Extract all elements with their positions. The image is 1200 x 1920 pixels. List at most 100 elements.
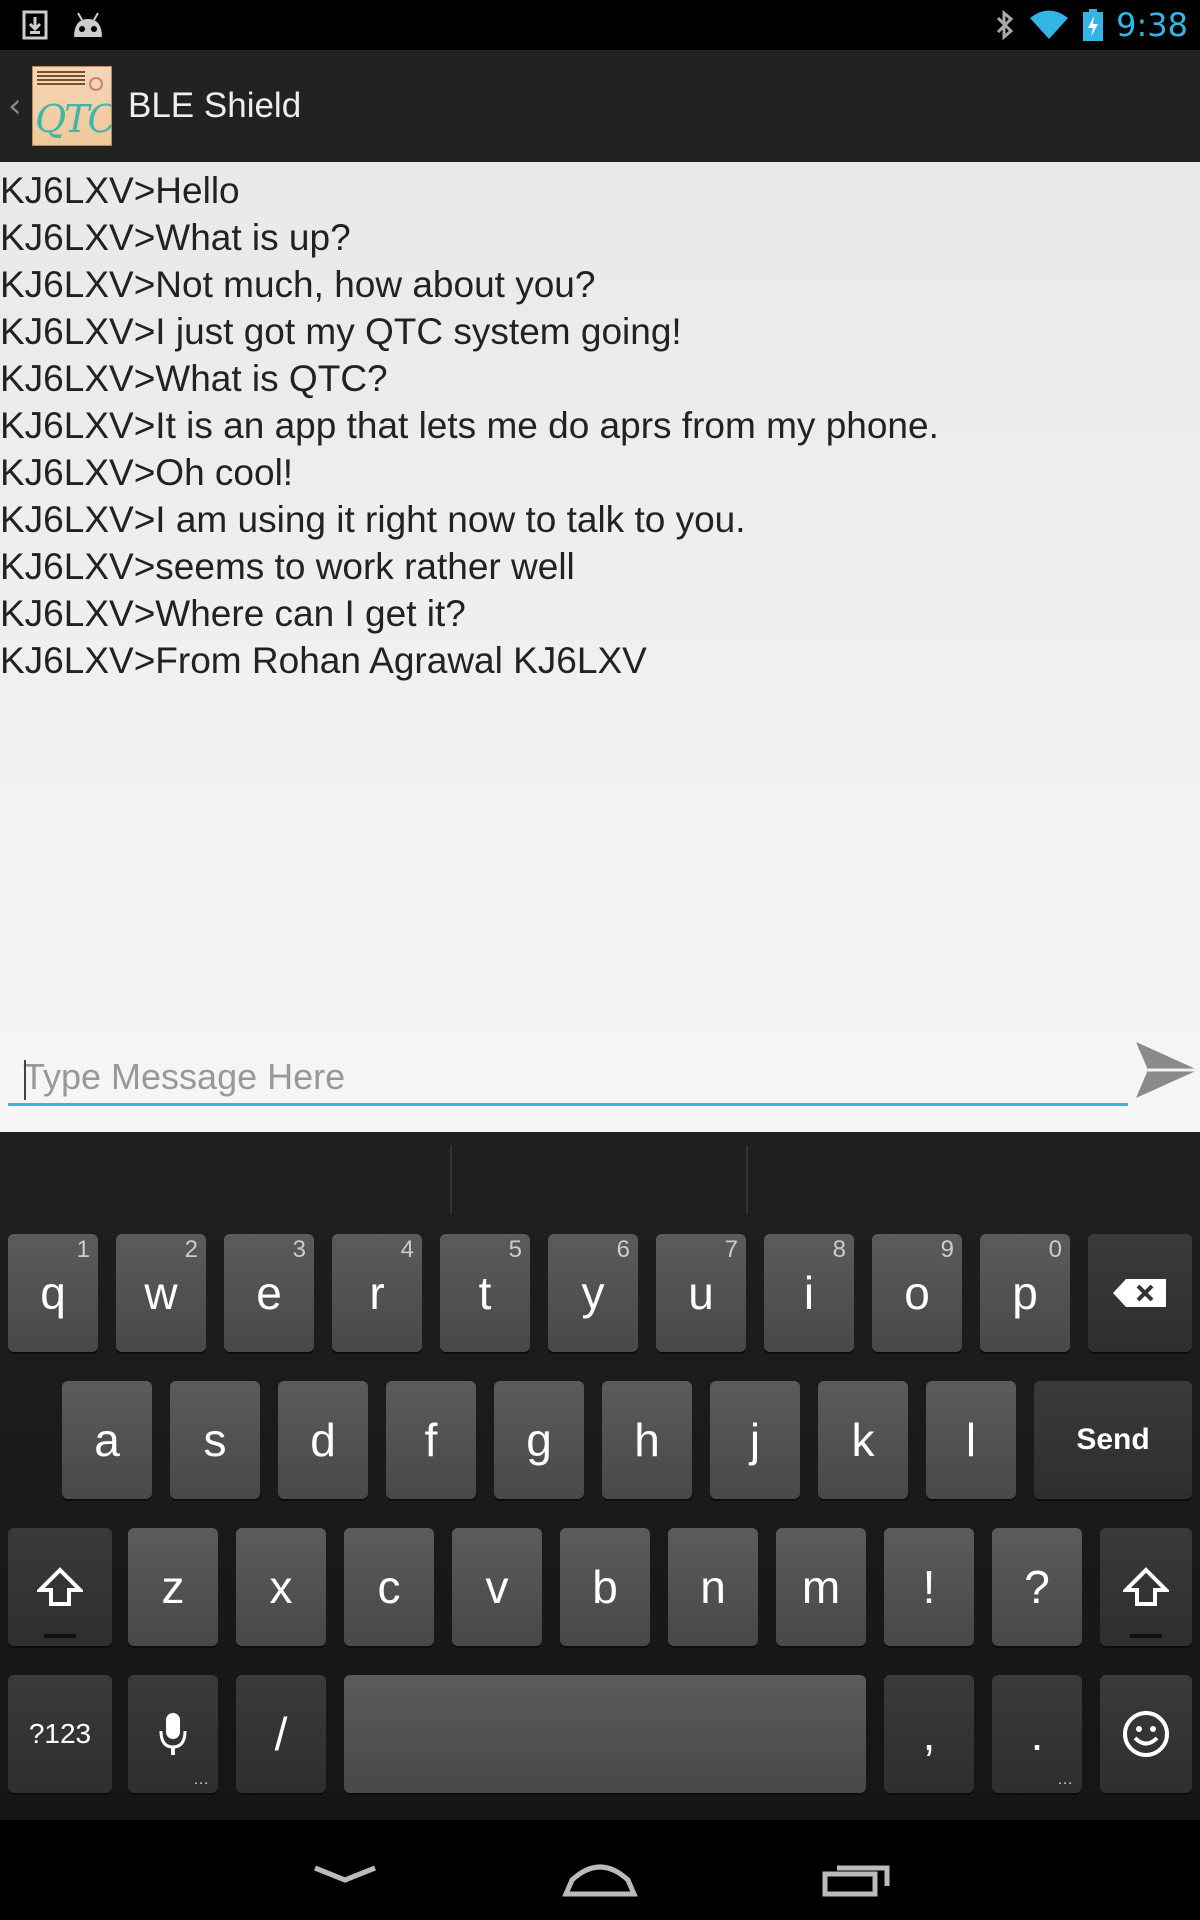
key-label: l bbox=[965, 1414, 977, 1466]
symbols-key-label: ?123 bbox=[28, 1718, 92, 1749]
space-key[interactable] bbox=[344, 1675, 866, 1793]
message-item: KJ6LXV>I just got my QTC system going! bbox=[0, 311, 682, 352]
text-cursor bbox=[24, 1060, 26, 1100]
key-label: , bbox=[922, 1708, 936, 1760]
key-g[interactable]: g bbox=[494, 1381, 584, 1499]
battery-charging-icon bbox=[1083, 9, 1104, 41]
key-label: s bbox=[203, 1414, 227, 1466]
emoji-key[interactable] bbox=[1100, 1675, 1192, 1793]
key-label: v bbox=[485, 1561, 509, 1613]
key-e[interactable]: e3 bbox=[224, 1234, 314, 1352]
key-hint: 3 bbox=[292, 1236, 306, 1263]
voice-input-key[interactable]: … bbox=[128, 1675, 218, 1793]
key-hint: 4 bbox=[400, 1236, 414, 1263]
message-item: KJ6LXV>Not much, how about you? bbox=[0, 264, 596, 305]
key-period[interactable]: .… bbox=[992, 1675, 1082, 1793]
key-r[interactable]: r4 bbox=[332, 1234, 422, 1352]
key-label: t bbox=[478, 1267, 492, 1319]
key-u[interactable]: u7 bbox=[656, 1234, 746, 1352]
bluetooth-icon bbox=[997, 9, 1014, 41]
key-w[interactable]: w2 bbox=[116, 1234, 206, 1352]
message-item: KJ6LXV>Where can I get it? bbox=[0, 593, 466, 634]
key-v[interactable]: v bbox=[452, 1528, 542, 1646]
message-item: KJ6LXV>Hello bbox=[0, 170, 240, 211]
key-label: i bbox=[803, 1267, 815, 1319]
key-s[interactable]: s bbox=[170, 1381, 260, 1499]
send-key[interactable]: Send bbox=[1034, 1381, 1192, 1499]
key-label: m bbox=[801, 1561, 841, 1613]
key-label: r bbox=[369, 1267, 385, 1319]
key-label: f bbox=[424, 1414, 438, 1466]
symbols-key[interactable]: ?123 bbox=[8, 1675, 112, 1793]
key-b[interactable]: b bbox=[560, 1528, 650, 1646]
key-label: e bbox=[256, 1267, 282, 1319]
key-question[interactable]: ? bbox=[992, 1528, 1082, 1646]
key-p[interactable]: p0 bbox=[980, 1234, 1070, 1352]
key-y[interactable]: y6 bbox=[548, 1234, 638, 1352]
key-i[interactable]: i8 bbox=[764, 1234, 854, 1352]
key-label: g bbox=[526, 1414, 552, 1466]
shift-key-left[interactable] bbox=[8, 1528, 112, 1646]
key-hint: 8 bbox=[832, 1236, 846, 1263]
key-f[interactable]: f bbox=[386, 1381, 476, 1499]
key-hint: 5 bbox=[508, 1236, 522, 1263]
smiley-icon bbox=[1123, 1711, 1169, 1757]
send-key-label: Send bbox=[1076, 1423, 1150, 1456]
hide-keyboard-icon bbox=[314, 1865, 376, 1883]
key-z[interactable]: z bbox=[128, 1528, 218, 1646]
message-list: KJ6LXV>Hello KJ6LXV>What is up? KJ6LXV>N… bbox=[0, 167, 939, 684]
key-c[interactable]: c bbox=[344, 1528, 434, 1646]
recents-button[interactable] bbox=[795, 1842, 915, 1902]
chat-content: KJ6LXV>Hello KJ6LXV>What is up? KJ6LXV>N… bbox=[0, 162, 1200, 1132]
logo-ring bbox=[89, 77, 103, 91]
key-d[interactable]: d bbox=[278, 1381, 368, 1499]
key-m[interactable]: m bbox=[776, 1528, 866, 1646]
shift-key-right[interactable] bbox=[1100, 1528, 1192, 1646]
key-n[interactable]: n bbox=[668, 1528, 758, 1646]
key-o[interactable]: o9 bbox=[872, 1234, 962, 1352]
key-j[interactable]: j bbox=[710, 1381, 800, 1499]
home-button[interactable] bbox=[540, 1842, 660, 1902]
status-left bbox=[22, 10, 106, 40]
logo-text: QTC bbox=[35, 97, 112, 141]
key-x[interactable]: x bbox=[236, 1528, 326, 1646]
wifi-icon bbox=[1030, 10, 1069, 39]
soft-keyboard: q1 w2 e3 r4 t5 y6 u7 i8 o9 p0 a s d f g … bbox=[0, 1132, 1200, 1820]
key-hint: 7 bbox=[724, 1236, 738, 1263]
app-logo[interactable]: QTC bbox=[32, 66, 112, 146]
send-button[interactable] bbox=[1132, 1038, 1200, 1102]
key-label: k bbox=[851, 1414, 875, 1466]
key-label: o bbox=[904, 1267, 930, 1319]
key-comma[interactable]: , bbox=[884, 1675, 974, 1793]
key-label: ? bbox=[1024, 1561, 1050, 1613]
send-arrow-icon bbox=[1136, 1042, 1198, 1098]
message-item: KJ6LXV>seems to work rather well bbox=[0, 546, 575, 587]
logo-header-lines bbox=[37, 71, 85, 85]
status-bar: 9:38 bbox=[0, 0, 1200, 50]
up-caret-icon[interactable]: ‹ bbox=[8, 86, 30, 126]
key-t[interactable]: t5 bbox=[440, 1234, 530, 1352]
key-h[interactable]: h bbox=[602, 1381, 692, 1499]
key-hint: 6 bbox=[616, 1236, 630, 1263]
shift-icon bbox=[37, 1567, 83, 1606]
back-button[interactable] bbox=[285, 1842, 405, 1902]
key-label: y bbox=[581, 1267, 605, 1319]
key-label: b bbox=[592, 1561, 618, 1613]
key-label: w bbox=[144, 1267, 178, 1319]
key-exclamation[interactable]: ! bbox=[884, 1528, 974, 1646]
key-k[interactable]: k bbox=[818, 1381, 908, 1499]
shift-indicator bbox=[1130, 1634, 1162, 1638]
key-l[interactable]: l bbox=[926, 1381, 1016, 1499]
key-hint: 9 bbox=[940, 1236, 954, 1263]
key-slash[interactable]: / bbox=[236, 1675, 326, 1793]
key-label: a bbox=[94, 1414, 120, 1466]
more-options-dots: … bbox=[193, 1771, 210, 1788]
suggestion-strip[interactable] bbox=[0, 1132, 1200, 1228]
backspace-key[interactable] bbox=[1088, 1234, 1192, 1352]
key-q[interactable]: q1 bbox=[8, 1234, 98, 1352]
key-hint: 0 bbox=[1048, 1236, 1062, 1263]
key-label: d bbox=[310, 1414, 336, 1466]
action-bar: ‹ QTC BLE Shield bbox=[0, 50, 1200, 162]
key-a[interactable]: a bbox=[62, 1381, 152, 1499]
message-input[interactable] bbox=[23, 1052, 1113, 1102]
